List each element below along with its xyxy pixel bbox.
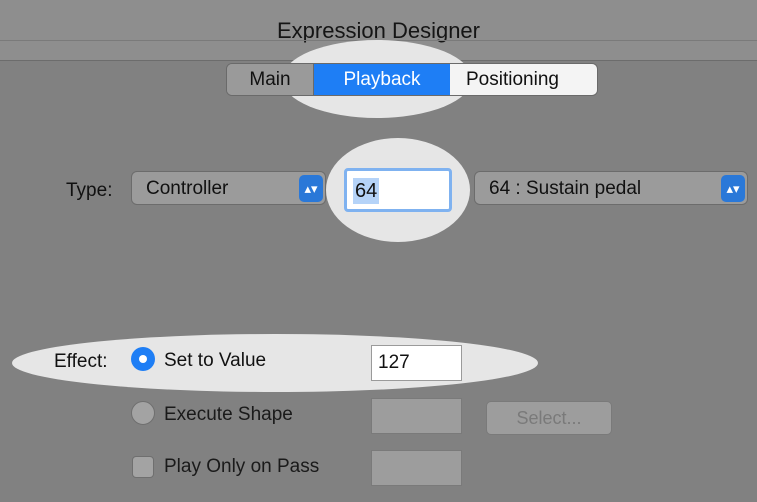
up-down-chevron-icon: ▴▾ <box>721 175 745 202</box>
set-to-value-label: Set to Value <box>164 350 267 371</box>
execute-shape-input[interactable] <box>371 398 462 434</box>
tab-playback[interactable]: Playback <box>314 64 450 95</box>
select-shape-button[interactable]: Select... <box>486 401 612 435</box>
execute-shape-label: Execute Shape <box>164 404 293 425</box>
play-only-on-pass-label: Play Only on Pass <box>164 456 320 477</box>
controller-name: 64 : Sustain pedal <box>489 178 642 199</box>
controller-number-value: 64 <box>353 178 380 204</box>
controller-number-input[interactable]: 64 <box>344 168 452 212</box>
execute-shape-radio[interactable] <box>131 401 155 425</box>
set-to-value-radio[interactable] <box>131 347 155 371</box>
tab-bar: Main Playback Positioning <box>226 63 598 96</box>
controller-popup[interactable]: 64 : Sustain pedal ▴▾ <box>474 171 748 205</box>
play-only-on-pass-input[interactable] <box>371 450 462 486</box>
play-only-on-pass-checkbox[interactable] <box>132 456 154 478</box>
type-label: Type: <box>66 180 113 201</box>
tab-main[interactable]: Main <box>227 64 314 95</box>
set-to-value-input[interactable]: 127 <box>371 345 462 381</box>
effect-label: Effect: <box>54 351 108 372</box>
type-value: Controller <box>146 178 229 199</box>
type-popup[interactable]: Controller ▴▾ <box>131 171 326 205</box>
tab-positioning[interactable]: Positioning <box>450 64 597 95</box>
up-down-chevron-icon: ▴▾ <box>299 175 323 202</box>
